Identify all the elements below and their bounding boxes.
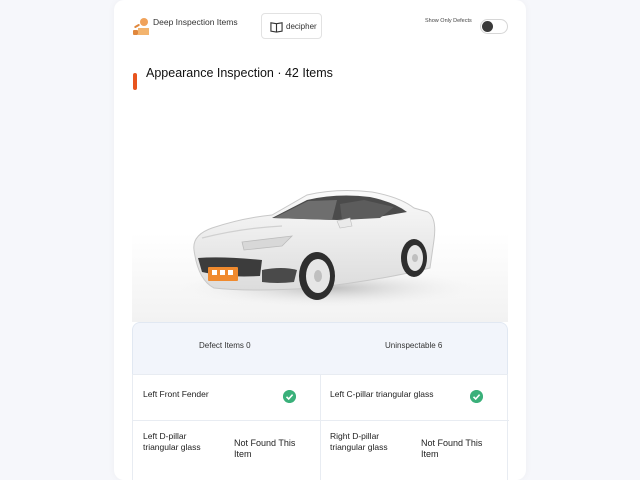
section-accent-bar	[133, 73, 137, 90]
item-right-d-pillar-glass: Right D-pillar triangular glass	[330, 431, 388, 452]
section-title: Appearance Inspection · 42 Items	[146, 66, 333, 80]
summary-bar: Defect Items 0 Uninspectable 6	[132, 322, 508, 374]
car-illustration	[178, 190, 478, 308]
inspection-card: Deep Inspection Items decipher Show Only…	[114, 0, 526, 480]
inspection-items-grid: Left Front Fender Left C-pillar triangul…	[132, 374, 509, 480]
toggle-knob	[482, 21, 493, 32]
show-only-defects-label: Show Only Defects	[425, 18, 472, 24]
item-status-not-found: Not Found This Item	[234, 438, 296, 459]
book-icon	[270, 21, 283, 33]
item-left-d-pillar-glass: Left D-pillar triangular glass	[143, 431, 201, 452]
decipher-label: decipher	[286, 21, 317, 31]
show-only-defects-toggle[interactable]	[480, 19, 508, 34]
column-divider	[320, 375, 321, 480]
top-bar: Deep Inspection Items decipher Show Only…	[114, 0, 526, 50]
car-image	[132, 100, 508, 322]
item-left-front-fender: Left Front Fender	[143, 389, 209, 399]
uninspectable-tab[interactable]: Uninspectable 6	[385, 341, 442, 350]
defect-items-tab[interactable]: Defect Items 0	[199, 341, 251, 350]
check-circle-icon	[283, 390, 296, 403]
deep-inspection-items-label[interactable]: Deep Inspection Items	[153, 17, 238, 27]
item-status-not-found: Not Found This Item	[421, 438, 483, 459]
mechanic-icon	[133, 18, 149, 35]
item-left-c-pillar-glass: Left C-pillar triangular glass	[330, 389, 434, 399]
decipher-button[interactable]: decipher	[261, 13, 322, 39]
check-circle-icon	[470, 390, 483, 403]
row-divider	[133, 420, 509, 421]
